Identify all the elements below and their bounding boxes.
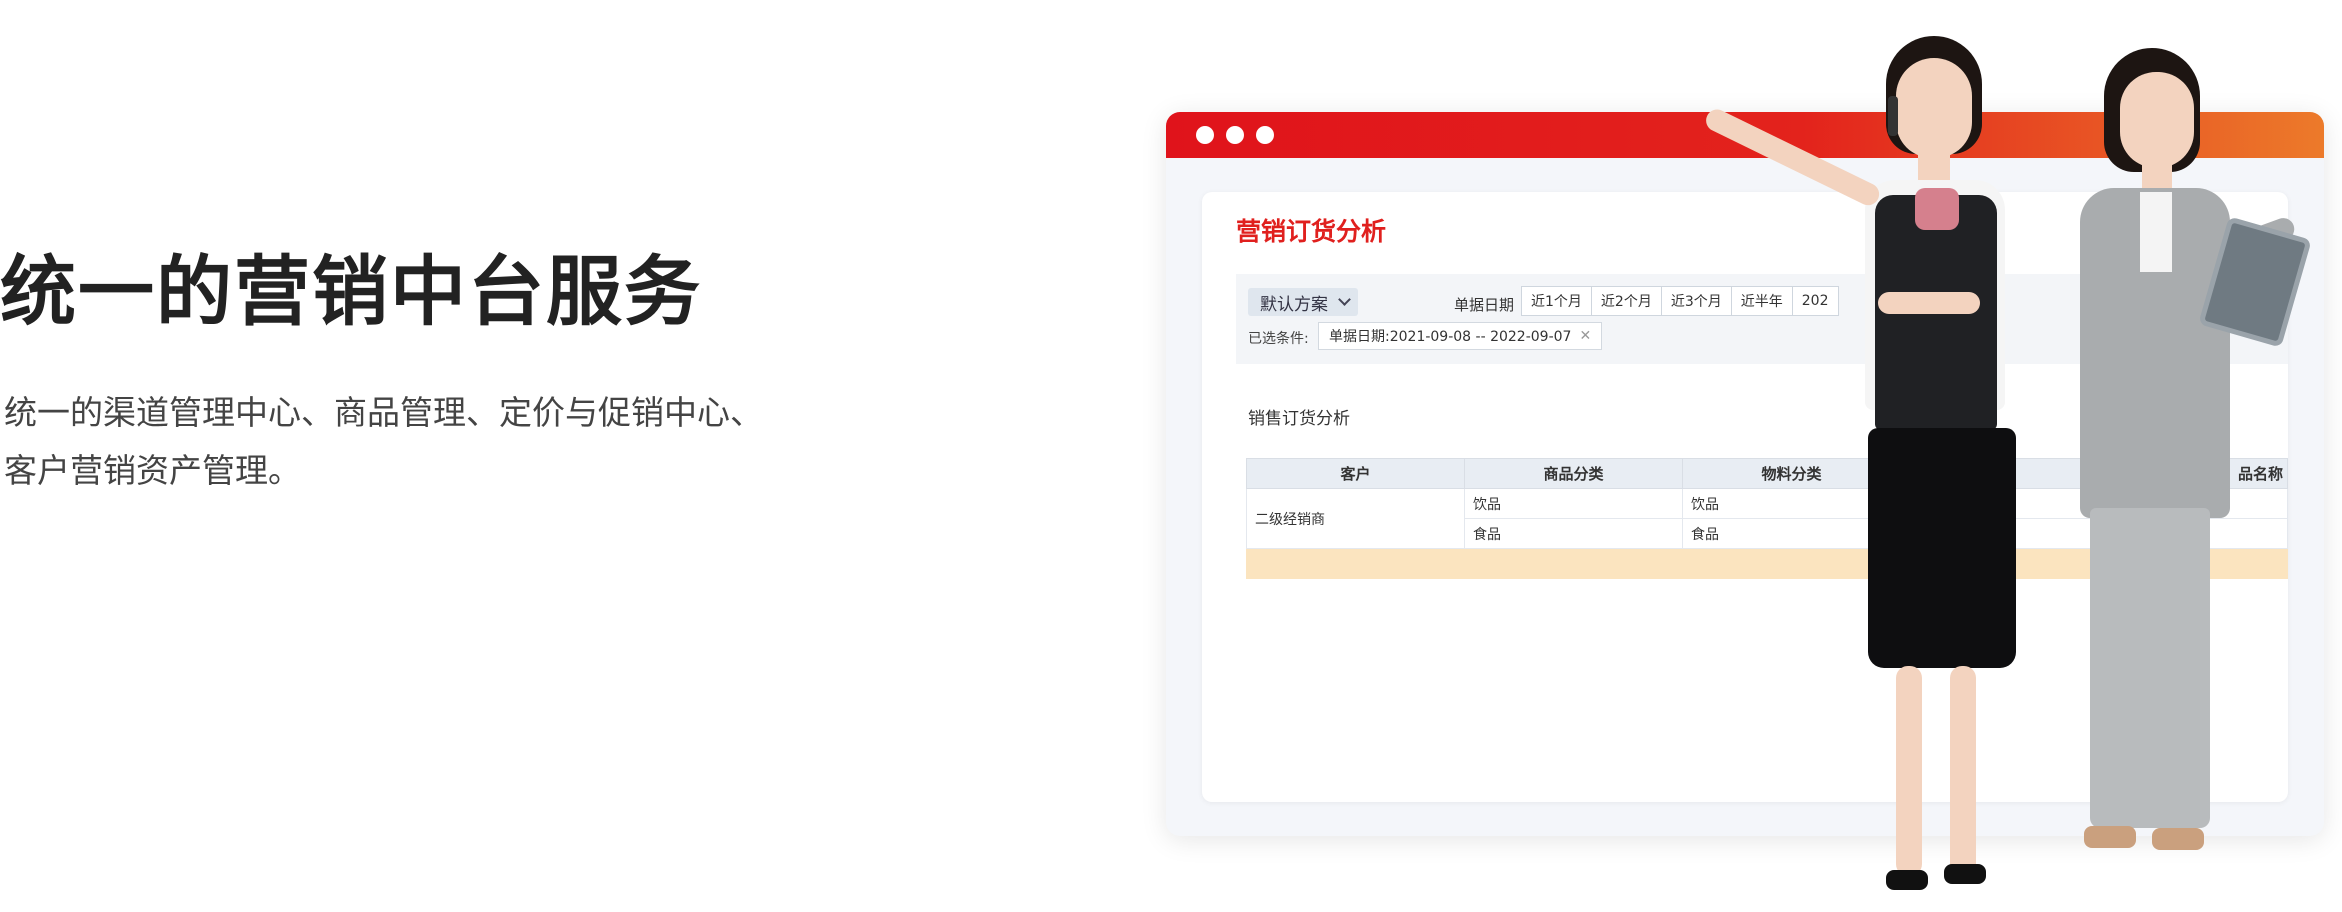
chevron-down-icon (1338, 293, 1351, 306)
window-dot-icon (1226, 126, 1244, 144)
hero-title: 统一的营销中台服务 (0, 247, 702, 336)
window-dot-icon (1256, 126, 1274, 144)
condition-tag-text: 单据日期:2021-09-08 -- 2022-09-07 (1329, 329, 1572, 345)
condition-tag: 单据日期:2021-09-08 -- 2022-09-07 ✕ (1318, 322, 1603, 350)
table-cell: 饮品 (1464, 488, 1683, 519)
range-button-2-months[interactable]: 近2个月 (1590, 286, 1662, 316)
date-filter-label: 单据日期 (1454, 296, 1515, 314)
scheme-select[interactable]: 默认方案 (1248, 288, 1358, 316)
businesswoman-figure (2040, 48, 2340, 898)
hero-description: 统一的渠道管理中心、商品管理、定价与促销中心、客户营销资产管理。 (4, 393, 763, 490)
receptionist-figure (1700, 30, 2080, 912)
close-icon[interactable]: ✕ (1579, 328, 1591, 344)
conditions-label: 已选条件: (1248, 331, 1309, 347)
scheme-select-value: 默认方案 (1260, 294, 1328, 315)
column-header[interactable]: 客户 (1246, 458, 1465, 489)
table-cell: 食品 (1464, 518, 1683, 549)
table-cell: 二级经销商 (1246, 488, 1465, 549)
section-title: 销售订货分析 (1248, 409, 1350, 429)
window-dot-icon (1196, 126, 1214, 144)
column-header[interactable]: 商品分类 (1464, 458, 1683, 489)
range-button-1-month[interactable]: 近1个月 (1521, 286, 1592, 316)
page-title: 营销订货分析 (1236, 217, 1387, 246)
